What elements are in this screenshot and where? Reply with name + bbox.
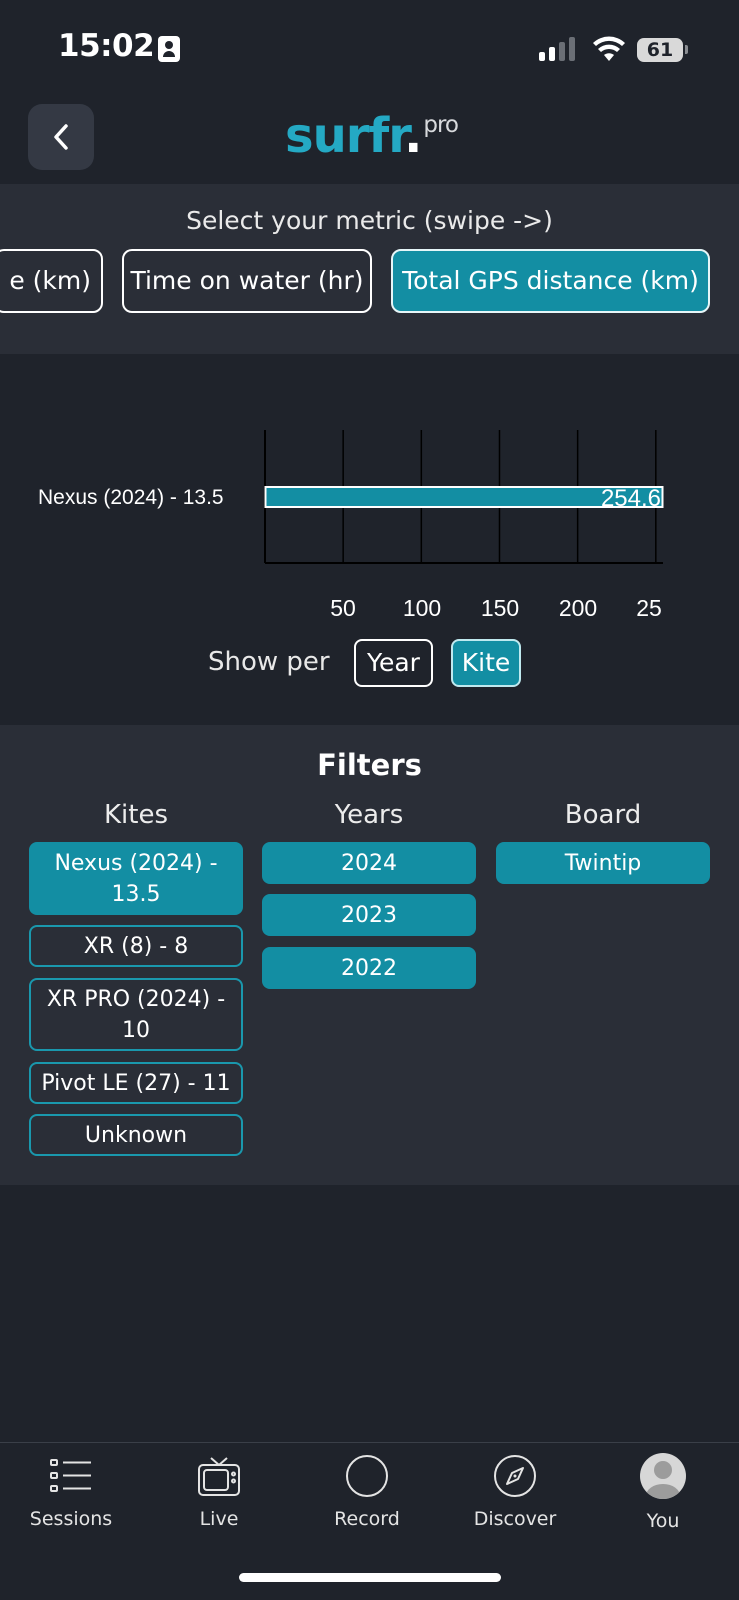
nav-divider: [0, 1442, 739, 1443]
bar-chart: 254.6 50 100 150 200 25: [264, 430, 664, 621]
filter-kite-xr-8[interactable]: XR (8) - 8: [29, 925, 243, 967]
filter-board-twintip[interactable]: Twintip: [496, 842, 710, 884]
metric-title: Select your metric (swipe ->): [186, 206, 553, 235]
show-per-label: Show per: [208, 647, 330, 677]
status-time: 15:02: [58, 28, 155, 64]
logo-main-text: surfr: [285, 108, 405, 164]
chart-x-tick-label: 200: [559, 595, 597, 621]
nav-label-live: Live: [199, 1508, 239, 1530]
chart-x-tick-label: 50: [330, 595, 356, 621]
board-column-header: Board: [564, 800, 642, 830]
record-circle-icon: [346, 1455, 388, 1497]
wifi-icon: [593, 36, 625, 61]
logo-suffix: pro: [423, 112, 459, 138]
nav-label-record: Record: [334, 1508, 400, 1530]
chevron-left-icon: [54, 124, 68, 150]
metric-chip-distance-partial[interactable]: e (km): [0, 249, 103, 313]
cellular-signal-icon: [539, 37, 579, 61]
nav-label-sessions: Sessions: [29, 1508, 113, 1530]
home-indicator: [239, 1573, 501, 1582]
avatar-icon: [640, 1453, 686, 1499]
filters-title: Filters: [317, 748, 422, 782]
logo-dot: .: [404, 108, 422, 164]
years-column-header: Years: [334, 800, 404, 830]
metric-chip-total-gps-distance[interactable]: Total GPS distance (km): [391, 249, 710, 313]
chart-data-label: 254.6: [601, 485, 661, 512]
tv-icon: [198, 1457, 240, 1496]
compass-icon: [494, 1455, 536, 1497]
filter-year-2023[interactable]: 2023: [262, 894, 476, 936]
list-icon: [50, 1459, 91, 1492]
app-logo: surfr.pro: [285, 108, 459, 164]
metric-chip-time-on-water[interactable]: Time on water (hr): [122, 249, 372, 313]
battery-nub: [685, 45, 688, 54]
show-per-kite-toggle[interactable]: Kite: [451, 639, 521, 687]
kites-column-header: Kites: [103, 800, 168, 830]
filter-year-2024[interactable]: 2024: [262, 842, 476, 884]
filter-kite-pivot-le[interactable]: Pivot LE (27) - 11: [29, 1062, 243, 1104]
nav-label-you: You: [646, 1510, 680, 1532]
chart-x-tick-label: 150: [481, 595, 519, 621]
filter-year-2022[interactable]: 2022: [262, 947, 476, 989]
filter-kite-xr-pro[interactable]: XR PRO (2024) - 10: [29, 978, 243, 1051]
chart-x-tick-label: 25: [636, 595, 662, 621]
focus-id-icon: [158, 36, 180, 62]
chart-x-tick-label: 100: [403, 595, 441, 621]
filter-kite-nexus[interactable]: Nexus (2024) - 13.5: [29, 842, 243, 915]
nav-label-discover: Discover: [473, 1508, 557, 1530]
back-button[interactable]: [28, 104, 94, 170]
battery-icon: 61: [637, 38, 683, 62]
show-per-year-toggle[interactable]: Year: [354, 639, 433, 687]
filter-kite-unknown[interactable]: Unknown: [29, 1114, 243, 1156]
